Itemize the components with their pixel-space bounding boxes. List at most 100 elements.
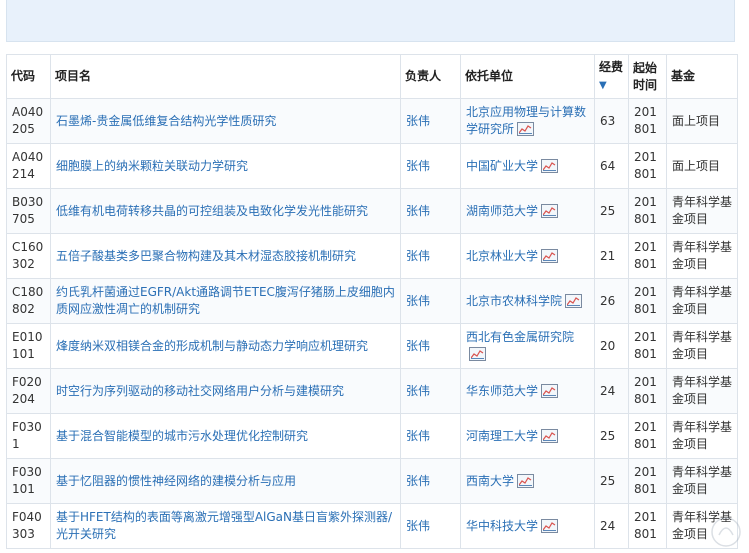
person-link[interactable]: 张伟 [406,474,430,488]
cell-code: C160302 [6,233,51,279]
cell-fund: 64 [594,143,629,189]
table-header-row: 代码 项目名 负责人 依托单位 经费 ▼ 起始时间 基金 [6,54,738,99]
project-table: 代码 项目名 负责人 依托单位 经费 ▼ 起始时间 基金 A040205 石墨烯… [6,54,738,549]
person-link[interactable]: 张伟 [406,159,430,173]
table-row: B030705 低维有机电荷转移共晶的可控组装及电致化学发光性能研究 张伟 湖南… [6,188,738,234]
cell-person: 张伟 [400,458,461,504]
cell-person: 张伟 [400,368,461,414]
cell-name: 五倍子酸基类多巴聚合物构建及其木材湿态胶接机制研究 [50,233,401,279]
table-row: F030101 基于忆阻器的惯性神经网络的建模分析与应用 张伟 西南大学 25 … [6,458,738,504]
table-row: F0301 基于混合智能模型的城市污水处理优化控制研究 张伟 河南理工大学 25… [6,413,738,459]
cell-type: 面上项目 [666,143,738,189]
cell-time: 201801 [628,188,667,234]
chart-icon[interactable] [541,248,559,263]
cell-time: 201801 [628,143,667,189]
cell-org: 北京林业大学 [460,233,595,279]
cell-name: 时空行为序列驱动的移动社交网络用户分析与建模研究 [50,368,401,414]
project-name-link[interactable]: 基于HFET结构的表面等离激元增强型AlGaN基日盲紫外探测器/光开关研究 [56,510,392,541]
cell-type: 青年科学基金项目 [666,233,738,279]
header-name[interactable]: 项目名 [50,54,401,99]
header-fund-label[interactable]: 经费 [599,60,623,74]
table-row: E010101 烽度纳米双相镁合金的形成机制与静动态力学响应机理研究 张伟 西北… [6,323,738,369]
chart-icon[interactable] [517,122,535,136]
header-fund[interactable]: 经费 ▼ [594,54,629,99]
cell-type: 青年科学基金项目 [666,458,738,504]
cell-fund: 24 [594,368,629,414]
cell-org: 中国矿业大学 [460,143,595,189]
table-row: A040214 细胞膜上的纳米颗粒关联动力学研究 张伟 中国矿业大学 64 20… [6,143,738,189]
cell-code: A040205 [6,98,51,144]
header-type[interactable]: 基金 [666,54,738,99]
org-link[interactable]: 华中科技大学 [466,519,538,533]
org-link[interactable]: 湖南师范大学 [466,204,538,218]
header-code[interactable]: 代码 [6,54,51,99]
org-link[interactable]: 西北有色金属研究院 [466,330,574,344]
cell-person: 张伟 [400,188,461,234]
cell-name: 烽度纳米双相镁合金的形成机制与静动态力学响应机理研究 [50,323,401,369]
cell-fund: 25 [594,188,629,234]
cell-person: 张伟 [400,503,461,549]
cell-org: 西南大学 [460,458,595,504]
project-name-link[interactable]: 时空行为序列驱动的移动社交网络用户分析与建模研究 [56,384,344,398]
project-name-link[interactable]: 约氏乳杆菌通过EGFR/Akt通路调节ETEC腹泻仔猪肠上皮细胞内质网应激性凋亡… [56,285,395,316]
header-person[interactable]: 负责人 [400,54,461,99]
project-name-link[interactable]: 烽度纳米双相镁合金的形成机制与静动态力学响应机理研究 [56,339,368,353]
org-link[interactable]: 北京林业大学 [466,249,538,263]
project-name-link[interactable]: 基于混合智能模型的城市污水处理优化控制研究 [56,429,308,443]
org-link[interactable]: 华东师范大学 [466,384,538,398]
chart-icon[interactable] [541,203,559,218]
cell-fund: 24 [594,503,629,549]
project-name-link[interactable]: 基于忆阻器的惯性神经网络的建模分析与应用 [56,474,296,488]
cell-person: 张伟 [400,323,461,369]
person-link[interactable]: 张伟 [406,204,430,218]
person-link[interactable]: 张伟 [406,339,430,353]
cell-type: 青年科学基金项目 [666,278,738,324]
cell-org: 华中科技大学 [460,503,595,549]
cell-type: 青年科学基金项目 [666,188,738,234]
chart-icon[interactable] [541,428,559,443]
cell-type: 青年科学基金项目 [666,323,738,369]
cell-org: 北京应用物理与计算数学研究所 [460,98,595,144]
cell-person: 张伟 [400,233,461,279]
header-org[interactable]: 依托单位 [460,54,595,99]
table-row: C160302 五倍子酸基类多巴聚合物构建及其木材湿态胶接机制研究 张伟 北京林… [6,233,738,279]
cell-name: 细胞膜上的纳米颗粒关联动力学研究 [50,143,401,189]
header-time[interactable]: 起始时间 [628,54,667,99]
org-link[interactable]: 北京市农林科学院 [466,294,562,308]
chart-icon[interactable] [541,383,559,398]
cell-code: E010101 [6,323,51,369]
cell-fund: 21 [594,233,629,279]
cell-name: 石墨烯-贵金属低维复合结构光学性质研究 [50,98,401,144]
person-link[interactable]: 张伟 [406,519,430,533]
person-link[interactable]: 张伟 [406,429,430,443]
cell-fund: 26 [594,278,629,324]
person-link[interactable]: 张伟 [406,294,430,308]
person-link[interactable]: 张伟 [406,249,430,263]
cell-time: 201801 [628,458,667,504]
cell-type: 面上项目 [666,98,738,144]
project-name-link[interactable]: 细胞膜上的纳米颗粒关联动力学研究 [56,159,248,173]
chart-icon[interactable] [469,347,486,361]
cell-fund: 20 [594,323,629,369]
project-name-link[interactable]: 五倍子酸基类多巴聚合物构建及其木材湿态胶接机制研究 [56,249,356,263]
cell-time: 201801 [628,323,667,369]
chart-icon[interactable] [517,473,535,488]
table-row: F020204 时空行为序列驱动的移动社交网络用户分析与建模研究 张伟 华东师范… [6,368,738,414]
chart-icon[interactable] [541,518,559,533]
org-link[interactable]: 西南大学 [466,474,514,488]
person-link[interactable]: 张伟 [406,384,430,398]
cell-code: A040214 [6,143,51,189]
org-link[interactable]: 中国矿业大学 [466,159,538,173]
cell-org: 北京市农林科学院 [460,278,595,324]
org-link[interactable]: 河南理工大学 [466,429,538,443]
chart-icon[interactable] [565,293,583,308]
cell-type: 青年科学基金项目 [666,413,738,459]
chart-icon[interactable] [541,158,559,173]
sort-desc-icon[interactable]: ▼ [599,77,607,94]
person-link[interactable]: 张伟 [406,114,430,128]
project-name-link[interactable]: 石墨烯-贵金属低维复合结构光学性质研究 [56,114,276,128]
project-name-link[interactable]: 低维有机电荷转移共晶的可控组装及电致化学发光性能研究 [56,204,368,218]
cell-name: 基于忆阻器的惯性神经网络的建模分析与应用 [50,458,401,504]
cell-person: 张伟 [400,413,461,459]
cell-fund: 25 [594,413,629,459]
